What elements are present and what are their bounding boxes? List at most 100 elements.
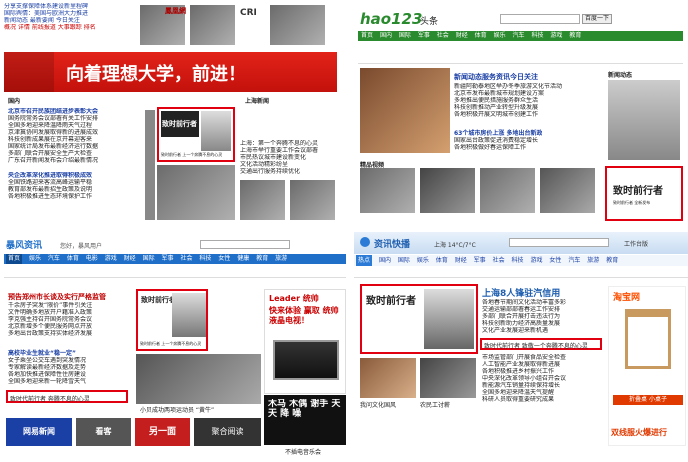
news-headline[interactable]: 央企改革深化推进取得积极成效 [8, 172, 143, 179]
nav-item[interactable]: 游戏 [105, 254, 117, 264]
news-item[interactable]: 广东召开新闻发布会介绍最新情况 [8, 157, 143, 164]
nav-item[interactable]: 财经 [456, 31, 468, 41]
video-thumb[interactable] [540, 168, 595, 213]
nav-item[interactable]: 科技 [199, 254, 211, 264]
news-item[interactable]: 国家出台政策促进消费稳定增长 [454, 137, 594, 144]
nav-item[interactable]: 教育 [569, 31, 581, 41]
nav-item[interactable]: 军事 [474, 255, 486, 266]
nav-item[interactable]: 军事 [162, 254, 174, 264]
search-button[interactable]: 百度一下 [582, 14, 612, 24]
nav-item[interactable]: 电影 [86, 254, 98, 264]
news-item[interactable]: 中央深化改革领导小组召开会议 [482, 375, 602, 382]
news-headline[interactable]: 北京市召开民族团结进步表彰大会 [8, 108, 143, 115]
site-logo-cri[interactable]: CRI [240, 8, 257, 18]
news-item[interactable]: 科研人员取得重要研究成果 [482, 396, 602, 403]
nav-item[interactable]: 女性 [218, 254, 230, 264]
news-item[interactable]: 多地出台政策支持实体经济发展 [8, 330, 133, 337]
nav-item[interactable]: 汽车 [48, 254, 60, 264]
nav-item[interactable]: 社会 [437, 31, 449, 41]
nav-item[interactable]: 国内 [380, 31, 392, 41]
news-item[interactable]: 全国铁路迎来客流高峰运输平稳 [8, 179, 143, 186]
search-input[interactable] [509, 238, 609, 247]
nav-item[interactable]: 游戏 [550, 31, 562, 41]
footer-item[interactable]: 聚合阅读 [194, 418, 261, 446]
nav-item[interactable]: 汽车 [568, 255, 580, 266]
ad-highlight-box[interactable]: 致时前行者 [360, 284, 478, 354]
red-banner[interactable]: 向着理想大学，前进！ [4, 52, 337, 92]
news-item[interactable]: 全国多地迎来新一轮降雪天气 [8, 378, 133, 385]
news-highlight-box[interactable]: 致时代前行者 致敬一个奔腾不息的心灵 [480, 338, 602, 350]
news-item[interactable]: 全国多地迎来降温降雨天气过程 [8, 122, 143, 129]
news-item[interactable]: 上海市举行重要工作会议部署 [240, 147, 335, 154]
news-headline[interactable]: 63个城市房价上涨 多地出台新政 [454, 128, 542, 137]
news-item[interactable]: 文化活动精彩纷呈 [240, 161, 335, 168]
poster-image[interactable]: 木马 木偶 谢手 天天 降 噪 [264, 395, 346, 445]
news-item[interactable]: 各地积极推进乡村振兴工作 [482, 368, 602, 375]
video-thumb[interactable] [420, 168, 475, 213]
dark-photo[interactable] [145, 110, 155, 220]
news-photo[interactable] [290, 180, 335, 220]
news-item[interactable]: 交通运输部部署春运工作安排 [482, 306, 602, 313]
news-item[interactable]: 科技创新推动产业转型升级发展 [454, 104, 594, 111]
news-item[interactable]: 科技创新成果展在京开幕迎客来 [8, 136, 143, 143]
nav-item[interactable]: 国际 [398, 255, 410, 266]
nav-item[interactable]: 健康 [237, 254, 249, 264]
bottom-center-caption[interactable]: 小贝成功两项运动员 “黄牛” [140, 405, 214, 414]
nav-item[interactable]: 科技 [531, 31, 543, 41]
nav-item[interactable]: 国内 [379, 255, 391, 266]
top-link-2[interactable]: 国际舆情：美国与欧洲大力推进 [4, 10, 134, 17]
news-item[interactable]: 国务院常务会议部署有关工作安排 [8, 115, 143, 122]
top-link-3[interactable]: 新闻动态 最新要闻 今日关注 [4, 17, 134, 24]
nav-item[interactable]: 体育 [436, 255, 448, 266]
news-headline[interactable]: 高校毕业生就业“稳一定” [8, 348, 76, 357]
nav-item[interactable]: 教育 [256, 254, 268, 264]
news-item[interactable]: 上海：第一个奔腾不息的心灵 [240, 140, 335, 147]
nav-item[interactable]: 娱乐 [417, 255, 429, 266]
news-photo[interactable] [136, 354, 261, 404]
hao123-logo[interactable]: hao123 [360, 10, 422, 28]
nav-item[interactable]: 军事 [418, 31, 430, 41]
news-item[interactable]: 市民热议城市建设新变化 [240, 154, 335, 161]
news-item[interactable]: 京津冀协同发展取得新的进展成效 [8, 129, 143, 136]
video-thumb[interactable] [480, 168, 535, 213]
news-item[interactable]: 北京新增多个便民服务网点开放 [8, 323, 133, 330]
nav-item[interactable]: 科技 [512, 255, 524, 266]
bottom-right-caption[interactable]: 不插电音乐会 [285, 447, 321, 456]
news-item[interactable]: 科技创新助力经济高质量发展 [482, 320, 602, 327]
news-item[interactable]: 国家统计局发布最新经济运行数据 [8, 143, 143, 150]
news-item[interactable]: 北京市发布最新城市规划建设方案 [454, 90, 594, 97]
nav-item[interactable]: 首页 [361, 31, 373, 41]
video-thumb[interactable] [360, 358, 416, 398]
news-item[interactable]: 多部门联合开展安全生产大检查 [8, 150, 143, 157]
news-item[interactable]: 各地积极做好春运保障工作 [454, 144, 594, 151]
featured-photo[interactable] [360, 68, 450, 153]
nav-item[interactable]: 国际 [399, 31, 411, 41]
search-input[interactable] [500, 14, 580, 24]
news-headline[interactable]: 上海8人锋驻汽信用 [482, 286, 560, 299]
ad-highlight-box[interactable]: 致时前行者 致时前行者 上一个奔腾不息的心灵 [157, 107, 235, 162]
news-item[interactable]: 女子乘坐公交车遇到突发情况 [8, 357, 133, 364]
top-link-1[interactable]: 分享支撑保障体系建设新里程碑 [4, 3, 134, 10]
news-item[interactable]: 新能源汽车销量持续保持增长 [482, 382, 602, 389]
news-photo[interactable] [240, 180, 285, 220]
news-item[interactable]: 交通出行服务持续优化 [240, 168, 335, 175]
nav-item[interactable]: 汽车 [513, 31, 525, 41]
footer-item[interactable]: 另一面 [135, 418, 190, 446]
news-item[interactable]: 全国多地迎来降温天气提醒 [482, 389, 602, 396]
news-item[interactable]: 文化产业发展迎来新机遇 [482, 327, 602, 334]
nav-item[interactable]: 社会 [493, 255, 505, 266]
news-item[interactable]: 教育部发布最新招生政策及说明 [8, 186, 143, 193]
nav-item[interactable]: 财经 [124, 254, 136, 264]
news-item[interactable]: 各地加快推进保障性住房建设 [8, 371, 133, 378]
news-item[interactable]: 专家解读最新经济数据及走势 [8, 364, 133, 371]
thumb-caption[interactable]: 农民工讨薪 [420, 400, 450, 409]
nav-item[interactable]: 首页 [6, 254, 23, 264]
nav-item[interactable]: 娱乐 [494, 31, 506, 41]
nav-item[interactable]: 教育 [606, 255, 618, 266]
baofeng-logo[interactable]: 暴风资讯 [6, 238, 42, 251]
site-thumbnail[interactable] [190, 5, 235, 45]
news-item[interactable]: 各地积极推进生态环境保护工作 [8, 193, 143, 200]
nav-item[interactable]: 体育 [475, 31, 487, 41]
news-item[interactable]: 各地积极开展文明城市创建工作 [454, 111, 594, 118]
footer-item[interactable]: 网易新闻 [6, 418, 72, 446]
